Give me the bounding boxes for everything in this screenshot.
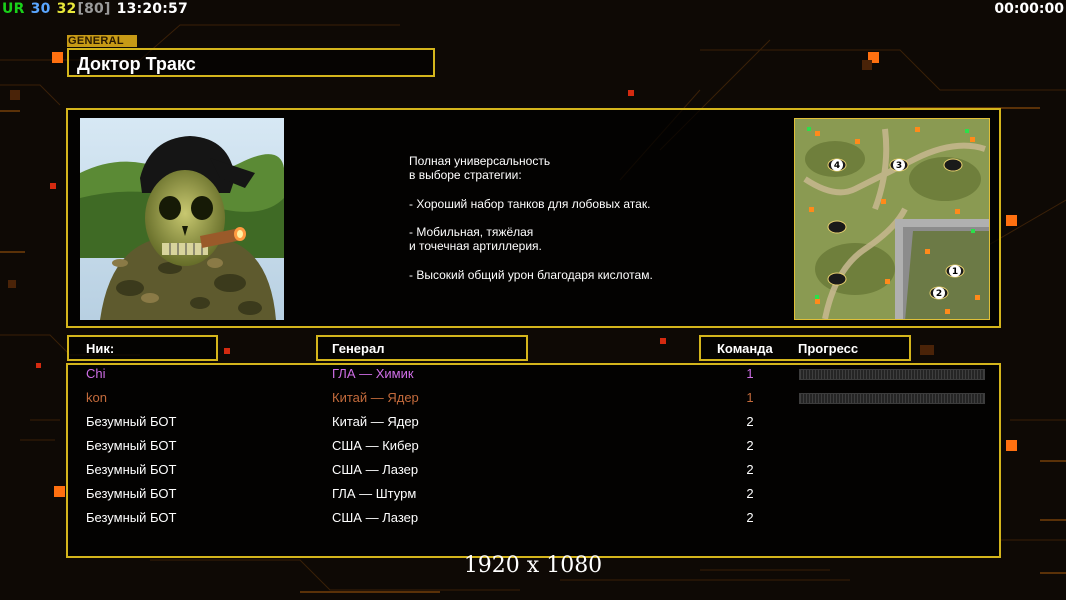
player-team: 2 [746, 414, 754, 429]
spawn-label: 1 [952, 267, 958, 277]
resolution-label: 1920 x 1080 [463, 553, 603, 578]
general-title-box: Доктор Тракс [67, 48, 435, 77]
column-header-team-progress: Команда Прогресс [699, 335, 911, 361]
general-name: Доктор Тракс [77, 54, 196, 74]
hud-stat-32: 32 [56, 1, 77, 17]
player-nick: Безумный БОТ [86, 486, 177, 501]
player-nick: Безумный БОТ [86, 462, 177, 477]
player-general: США — Лазер [332, 462, 419, 477]
description-line [409, 211, 653, 225]
player-general: Китай — Ядер [332, 390, 419, 405]
player-general: США — Кибер [332, 438, 419, 453]
column-header-nick: Ник: [67, 335, 218, 361]
player-row: Безумный БОТ США — Лазер 2 [0, 510, 1066, 528]
hud-stat-bracket: [80] [77, 1, 111, 17]
general-tag: GENERAL [67, 35, 137, 47]
player-nick: kon [86, 390, 107, 405]
player-team: 1 [746, 390, 754, 405]
player-general: Китай — Ядер [332, 414, 419, 429]
column-header-general-label: Генерал [332, 341, 385, 356]
spawn-label: 4 [834, 161, 840, 171]
player-team: 2 [746, 462, 754, 477]
column-header-general: Генерал [316, 335, 528, 361]
player-row: Безумный БОТ ГЛА — Штурм 2 [0, 486, 1066, 504]
player-row: Безумный БОТ США — Кибер 2 [0, 438, 1066, 456]
player-nick: Безумный БОТ [86, 414, 177, 429]
player-general: США — Лазер [332, 510, 419, 525]
player-row: kon Китай — Ядер 1 [0, 390, 1066, 408]
player-row: Безумный БОТ Китай — Ядер 2 [0, 414, 1066, 432]
player-team: 2 [746, 438, 754, 453]
player-general: ГЛА — Штурм [332, 486, 417, 501]
progress-bar [799, 393, 985, 404]
general-description: Полная универсальность в выборе стратеги… [409, 154, 653, 282]
player-nick: Chi [86, 366, 106, 381]
player-team: 2 [746, 486, 754, 501]
description-line: - Хороший набор танков для лобовых атак. [409, 196, 651, 211]
description-line: и точечная артиллерия. [409, 239, 542, 254]
description-line [409, 182, 653, 196]
player-team: 1 [746, 366, 754, 381]
hud-stat-ur: UR [2, 1, 25, 17]
player-row: Безумный БОТ США — Лазер 2 [0, 462, 1066, 480]
hud-timer: 00:00:00 [994, 1, 1064, 17]
accent-square [52, 52, 63, 63]
column-header-progress-label: Прогресс [798, 341, 859, 356]
description-line [409, 253, 653, 267]
hud-clock: 13:20:57 [116, 1, 188, 17]
description-line: - Высокий общий урон благодаря кислотам. [409, 267, 653, 282]
player-nick: Безумный БОТ [86, 510, 177, 525]
general-portrait [80, 118, 284, 320]
player-general: ГЛА — Химик [332, 366, 414, 381]
description-line: в выборе стратегии: [409, 168, 522, 183]
spawn-label: 3 [896, 161, 902, 171]
column-header-team-label: Команда [717, 341, 773, 356]
player-row: Chi ГЛА — Химик 1 [0, 366, 1066, 384]
player-nick: Безумный БОТ [86, 438, 177, 453]
column-header-nick-label: Ник: [86, 341, 115, 356]
player-team: 2 [746, 510, 754, 525]
description-line: - Мобильная, тяжёлая [409, 224, 534, 239]
hud-stat-30: 30 [30, 1, 51, 17]
spawn-label: 2 [936, 289, 942, 299]
description-line: Полная универсальность [409, 154, 551, 168]
progress-bar [799, 369, 985, 380]
hud-stats: UR 30 32[80] 13:20:57 [2, 1, 189, 17]
minimap: 4 3 1 2 [794, 118, 990, 320]
accent-square [1006, 215, 1017, 226]
